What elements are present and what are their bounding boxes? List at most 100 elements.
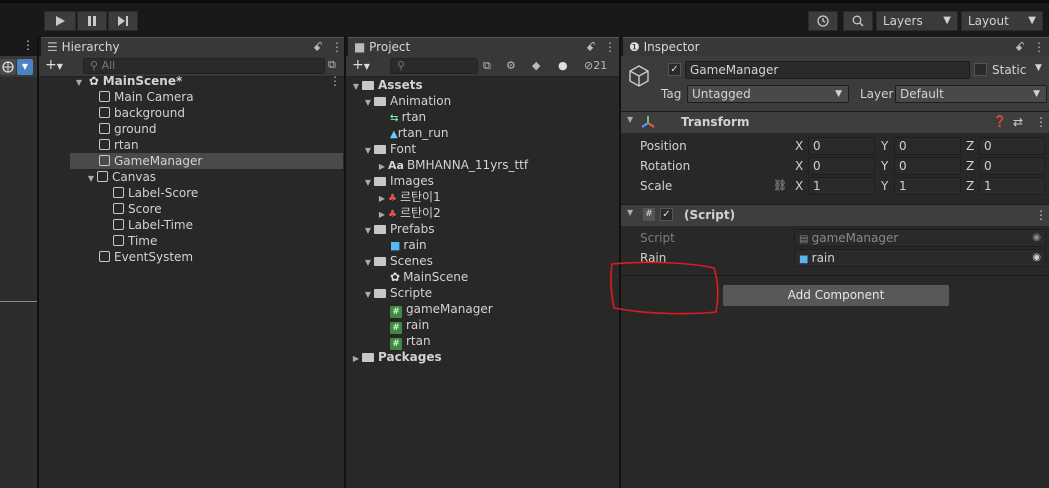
list-item[interactable]: Time <box>113 233 157 249</box>
list-item[interactable]: ▼ Animation <box>362 93 451 109</box>
rotation-z-input[interactable]: 0 <box>979 157 1045 175</box>
constrain-proportions-icon[interactable]: ⛓ <box>773 179 787 192</box>
rotation-y-input[interactable]: 0 <box>894 157 961 175</box>
scene-visibility-icon[interactable]: ⧉ <box>328 58 336 72</box>
list-item[interactable]: ▼ Scripte <box>362 285 432 301</box>
scale-z-input[interactable]: 1 <box>979 177 1045 195</box>
chevron-down-icon[interactable]: ▼ <box>73 75 85 91</box>
menu-dots-icon[interactable]: ⋮ <box>604 38 616 56</box>
rotation-x-input[interactable]: 0 <box>808 157 875 175</box>
menu-dots-icon[interactable]: ⋮ <box>1033 38 1045 56</box>
lock-icon[interactable]: ꗃ <box>313 38 323 56</box>
enabled-checkbox[interactable]: ✓ <box>660 208 673 221</box>
object-name-input[interactable]: GameManager <box>685 61 970 79</box>
chevron-down-icon[interactable]: ▼ <box>85 171 97 187</box>
list-item[interactable]: ▶ ♣ 르탄이2 <box>376 205 441 221</box>
active-checkbox[interactable]: ✓ <box>668 63 681 76</box>
tag-dropdown[interactable]: Untagged ▼ <box>687 85 849 103</box>
list-item[interactable]: ground <box>99 121 156 137</box>
scene-menu-icon[interactable]: ⋮ <box>22 38 34 52</box>
layer-dropdown[interactable]: Default ▼ <box>895 85 1047 103</box>
list-item[interactable]: ✿ MainScene <box>390 269 468 285</box>
chevron-down-icon[interactable]: ▼ <box>350 79 362 95</box>
list-item[interactable]: EventSystem <box>99 249 193 265</box>
hidden-packages-icon[interactable]: ⊘21 <box>584 59 607 72</box>
list-item[interactable]: # rain <box>390 317 429 334</box>
list-item[interactable]: Label-Score <box>113 185 198 201</box>
list-item[interactable]: ▶ Aa BMHANNA_11yrs_ttf <box>376 157 528 173</box>
filter-icon[interactable]: ⚙ <box>506 59 516 72</box>
gizmo-button[interactable] <box>0 59 16 75</box>
list-item[interactable]: background <box>99 105 185 121</box>
position-y-input[interactable]: 0 <box>894 137 961 155</box>
chevron-down-icon[interactable]: ▼ <box>362 95 374 111</box>
script-component-header[interactable]: ▼ # ✓ (Script) ⋮ <box>621 204 1049 226</box>
help-icon[interactable]: ❓ <box>993 115 1007 128</box>
menu-dots-icon[interactable]: ⋮ <box>1035 115 1047 129</box>
chevron-down-icon[interactable]: ▼ <box>362 287 374 303</box>
tab-hierarchy[interactable]: ☰ Hierarchy ꗃ ⋮ <box>41 37 346 56</box>
chevron-down-icon[interactable]: ▼ <box>362 255 374 271</box>
list-item[interactable]: ⇆ rtan <box>390 109 426 125</box>
list-item[interactable]: ▶ ♣ 르탄이1 <box>376 189 441 205</box>
list-item[interactable]: ■ rain <box>390 237 427 253</box>
label-icon[interactable]: ◆ <box>532 59 540 72</box>
add-component-button[interactable]: Add Component <box>722 284 950 307</box>
rain-field[interactable]: ■ rain ◉ <box>794 249 1046 267</box>
scene-view-strip[interactable]: ⋮ ▼ <box>0 36 37 488</box>
chevron-down-icon[interactable]: ▼ <box>362 143 374 159</box>
favorite-icon[interactable]: ● <box>558 59 568 72</box>
step-button[interactable] <box>108 11 138 31</box>
list-item[interactable]: Label-Time <box>113 217 193 233</box>
position-z-input[interactable]: 0 <box>979 137 1045 155</box>
list-item[interactable]: ▼ Scenes <box>362 253 433 269</box>
lock-icon[interactable]: ꗃ <box>586 38 596 56</box>
position-x-input[interactable]: 0 <box>808 137 875 155</box>
gizmo-dropdown[interactable]: ▼ <box>17 59 33 75</box>
search-button[interactable] <box>843 11 873 31</box>
add-button[interactable]: +▼ <box>45 57 63 73</box>
tab-inspector[interactable]: ❶ Inspector ꗃ ⋮ <box>623 37 1049 56</box>
list-item-selected[interactable]: GameManager <box>70 153 343 169</box>
gameobject-large-icon[interactable] <box>627 64 651 88</box>
layers-dropdown[interactable]: Layers ▼ <box>876 11 958 31</box>
project-search-input[interactable]: ⚲ <box>390 58 478 74</box>
list-item[interactable]: ▶ Packages <box>350 349 442 365</box>
list-item[interactable]: ▼ Canvas <box>85 169 156 185</box>
list-item[interactable]: # gameManager <box>390 301 493 318</box>
tab-project[interactable]: ■ Project ꗃ ⋮ <box>348 37 619 56</box>
scene-row[interactable]: ▼ ✿ MainScene* ⋮ <box>73 73 343 89</box>
hierarchy-search-input[interactable]: ⚲ All <box>83 58 325 74</box>
list-item[interactable]: Main Camera <box>99 89 194 105</box>
chevron-down-icon[interactable]: ▼ <box>362 175 374 191</box>
menu-dots-icon[interactable]: ⋮ <box>331 38 343 56</box>
lock-icon[interactable]: ꗃ <box>1015 38 1025 56</box>
layout-dropdown[interactable]: Layout ▼ <box>961 11 1043 31</box>
chevron-right-icon[interactable]: ▶ <box>350 351 362 367</box>
search-by-type-icon[interactable]: ⧉ <box>483 59 491 73</box>
list-item[interactable]: ▼ Font <box>362 141 416 157</box>
list-item[interactable]: # rtan <box>390 333 431 350</box>
chevron-down-icon[interactable]: ▼ <box>1035 63 1042 73</box>
scale-y-input[interactable]: 1 <box>894 177 961 195</box>
transform-header[interactable]: ▼ Transform ❓ ⇄ ⋮ <box>621 111 1049 133</box>
scene-menu-icon[interactable]: ⋮ <box>329 73 341 89</box>
list-item[interactable]: ▼ Images <box>362 173 434 189</box>
list-item[interactable]: ▲rtan_run <box>390 125 448 141</box>
list-item[interactable]: rtan <box>99 137 139 153</box>
object-picker-icon[interactable]: ◉ <box>1032 250 1041 266</box>
static-checkbox[interactable] <box>974 63 987 76</box>
menu-dots-icon[interactable]: ⋮ <box>1035 208 1047 222</box>
list-item[interactable]: ▼ Assets <box>350 77 423 93</box>
preset-icon[interactable]: ⇄ <box>1013 115 1023 129</box>
chevron-down-icon[interactable]: ▼ <box>627 208 633 217</box>
list-item[interactable]: ▼ Prefabs <box>362 221 435 237</box>
chevron-down-icon[interactable]: ▼ <box>362 223 374 239</box>
scale-x-input[interactable]: 1 <box>808 177 875 195</box>
play-button[interactable] <box>44 11 76 31</box>
pause-button[interactable] <box>77 11 107 31</box>
chevron-down-icon[interactable]: ▼ <box>627 115 633 124</box>
history-button[interactable] <box>808 11 838 31</box>
add-button[interactable]: +▼ <box>352 57 370 73</box>
list-item[interactable]: Score <box>113 201 162 217</box>
